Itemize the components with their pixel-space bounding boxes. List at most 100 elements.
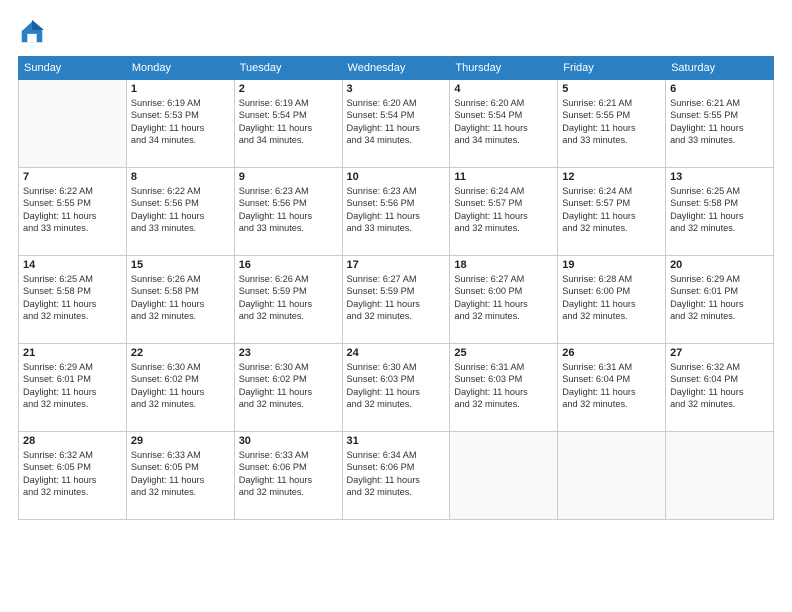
calendar-cell: 5 Sunrise: 6:21 AMSunset: 5:55 PMDaylight…: [558, 80, 666, 168]
day-info: Sunrise: 6:31 AMSunset: 6:04 PMDaylight:…: [562, 361, 661, 411]
calendar-cell: 23Sunrise: 6:30 AMSunset: 6:02 PMDayligh…: [234, 344, 342, 432]
calendar-week-row: 28 Sunrise: 6:32 AMSunset: 6:05 PMDayligh…: [19, 432, 774, 520]
day-info: Sunrise: 6:27 AMSunset: 6:00 PMDaylight:…: [454, 273, 553, 323]
day-number: 29: [131, 435, 230, 447]
day-info: Sunrise: 6:30 AMSunset: 6:02 PMDaylight:…: [131, 361, 230, 411]
calendar-cell: 12Sunrise: 6:24 AMSunset: 5:57 PMDayligh…: [558, 168, 666, 256]
day-info: Sunrise: 6:33 AMSunset: 6:06 PMDaylight:…: [239, 449, 338, 499]
day-info: Sunrise: 6:22 AMSunset: 5:55 PMDaylight:…: [23, 185, 122, 235]
day-info: Sunrise: 6:20 AMSunset: 5:54 PMDaylight:…: [454, 97, 553, 147]
day-number: 7: [23, 171, 122, 183]
calendar-cell: 11 Sunrise: 6:24 AMSunset: 5:57 PMDayligh…: [450, 168, 558, 256]
weekday-header: Saturday: [666, 57, 774, 80]
day-number: 8: [131, 171, 230, 183]
calendar-cell: [19, 80, 127, 168]
weekday-header: Wednesday: [342, 57, 450, 80]
day-info: Sunrise: 6:25 AMSunset: 5:58 PMDaylight:…: [670, 185, 769, 235]
header: [18, 18, 774, 46]
calendar-cell: 29Sunrise: 6:33 AMSunset: 6:05 PMDayligh…: [126, 432, 234, 520]
calendar-week-row: 14Sunrise: 6:25 AMSunset: 5:58 PMDayligh…: [19, 256, 774, 344]
day-info: Sunrise: 6:20 AMSunset: 5:54 PMDaylight:…: [347, 97, 446, 147]
logo: [18, 18, 50, 46]
day-number: 18: [454, 259, 553, 271]
calendar-cell: 26 Sunrise: 6:31 AMSunset: 6:04 PMDayligh…: [558, 344, 666, 432]
calendar-cell: 16Sunrise: 6:26 AMSunset: 5:59 PMDayligh…: [234, 256, 342, 344]
day-number: 4: [454, 83, 553, 95]
day-info: Sunrise: 6:27 AMSunset: 5:59 PMDaylight:…: [347, 273, 446, 323]
calendar-cell: 31 Sunrise: 6:34 AMSunset: 6:06 PMDayligh…: [342, 432, 450, 520]
day-number: 21: [23, 347, 122, 359]
day-number: 28: [23, 435, 122, 447]
calendar-cell: 20 Sunrise: 6:29 AMSunset: 6:01 PMDayligh…: [666, 256, 774, 344]
day-info: Sunrise: 6:23 AMSunset: 5:56 PMDaylight:…: [239, 185, 338, 235]
page: SundayMondayTuesdayWednesdayThursdayFrid…: [0, 0, 792, 612]
day-number: 1: [131, 83, 230, 95]
day-info: Sunrise: 6:30 AMSunset: 6:03 PMDaylight:…: [347, 361, 446, 411]
day-info: Sunrise: 6:19 AMSunset: 5:54 PMDaylight:…: [239, 97, 338, 147]
calendar-cell: 28 Sunrise: 6:32 AMSunset: 6:05 PMDayligh…: [19, 432, 127, 520]
day-number: 11: [454, 171, 553, 183]
day-info: Sunrise: 6:23 AMSunset: 5:56 PMDaylight:…: [347, 185, 446, 235]
weekday-header: Thursday: [450, 57, 558, 80]
calendar-cell: 3 Sunrise: 6:20 AMSunset: 5:54 PMDaylight…: [342, 80, 450, 168]
day-info: Sunrise: 6:31 AMSunset: 6:03 PMDaylight:…: [454, 361, 553, 411]
calendar-cell: 10Sunrise: 6:23 AMSunset: 5:56 PMDayligh…: [342, 168, 450, 256]
day-number: 13: [670, 171, 769, 183]
calendar-cell: 18 Sunrise: 6:27 AMSunset: 6:00 PMDayligh…: [450, 256, 558, 344]
day-info: Sunrise: 6:32 AMSunset: 6:05 PMDaylight:…: [23, 449, 122, 499]
calendar-header: SundayMondayTuesdayWednesdayThursdayFrid…: [19, 57, 774, 80]
calendar-cell: 19 Sunrise: 6:28 AMSunset: 6:00 PMDayligh…: [558, 256, 666, 344]
day-number: 9: [239, 171, 338, 183]
calendar-cell: 25Sunrise: 6:31 AMSunset: 6:03 PMDayligh…: [450, 344, 558, 432]
day-number: 3: [347, 83, 446, 95]
calendar-cell: 14Sunrise: 6:25 AMSunset: 5:58 PMDayligh…: [19, 256, 127, 344]
day-number: 20: [670, 259, 769, 271]
day-number: 26: [562, 347, 661, 359]
calendar-cell: 9 Sunrise: 6:23 AMSunset: 5:56 PMDaylight…: [234, 168, 342, 256]
day-info: Sunrise: 6:21 AMSunset: 5:55 PMDaylight:…: [562, 97, 661, 147]
calendar-cell: 27 Sunrise: 6:32 AMSunset: 6:04 PMDayligh…: [666, 344, 774, 432]
calendar-cell: 4 Sunrise: 6:20 AMSunset: 5:54 PMDaylight…: [450, 80, 558, 168]
day-number: 19: [562, 259, 661, 271]
calendar-cell: 21 Sunrise: 6:29 AMSunset: 6:01 PMDayligh…: [19, 344, 127, 432]
day-info: Sunrise: 6:29 AMSunset: 6:01 PMDaylight:…: [670, 273, 769, 323]
weekday-header: Sunday: [19, 57, 127, 80]
day-info: Sunrise: 6:32 AMSunset: 6:04 PMDaylight:…: [670, 361, 769, 411]
weekday-header: Tuesday: [234, 57, 342, 80]
day-number: 16: [239, 259, 338, 271]
calendar-cell: 17Sunrise: 6:27 AMSunset: 5:59 PMDayligh…: [342, 256, 450, 344]
day-number: 30: [239, 435, 338, 447]
day-info: Sunrise: 6:30 AMSunset: 6:02 PMDaylight:…: [239, 361, 338, 411]
day-info: Sunrise: 6:29 AMSunset: 6:01 PMDaylight:…: [23, 361, 122, 411]
calendar-cell: [450, 432, 558, 520]
day-number: 22: [131, 347, 230, 359]
calendar-cell: 1Sunrise: 6:19 AMSunset: 5:53 PMDaylight…: [126, 80, 234, 168]
day-number: 6: [670, 83, 769, 95]
day-info: Sunrise: 6:28 AMSunset: 6:00 PMDaylight:…: [562, 273, 661, 323]
calendar-cell: 7 Sunrise: 6:22 AMSunset: 5:55 PMDaylight…: [19, 168, 127, 256]
calendar-week-row: 7 Sunrise: 6:22 AMSunset: 5:55 PMDaylight…: [19, 168, 774, 256]
calendar-cell: 24 Sunrise: 6:30 AMSunset: 6:03 PMDayligh…: [342, 344, 450, 432]
day-number: 5: [562, 83, 661, 95]
calendar-week-row: 1Sunrise: 6:19 AMSunset: 5:53 PMDaylight…: [19, 80, 774, 168]
calendar-cell: 8 Sunrise: 6:22 AMSunset: 5:56 PMDaylight…: [126, 168, 234, 256]
day-number: 24: [347, 347, 446, 359]
day-number: 15: [131, 259, 230, 271]
day-number: 31: [347, 435, 446, 447]
calendar-cell: 13 Sunrise: 6:25 AMSunset: 5:58 PMDayligh…: [666, 168, 774, 256]
weekday-row: SundayMondayTuesdayWednesdayThursdayFrid…: [19, 57, 774, 80]
calendar-cell: [666, 432, 774, 520]
day-info: Sunrise: 6:21 AMSunset: 5:55 PMDaylight:…: [670, 97, 769, 147]
calendar-cell: 15 Sunrise: 6:26 AMSunset: 5:58 PMDayligh…: [126, 256, 234, 344]
calendar-cell: 2 Sunrise: 6:19 AMSunset: 5:54 PMDaylight…: [234, 80, 342, 168]
weekday-header: Monday: [126, 57, 234, 80]
calendar-cell: 6 Sunrise: 6:21 AMSunset: 5:55 PMDaylight…: [666, 80, 774, 168]
day-number: 2: [239, 83, 338, 95]
day-info: Sunrise: 6:22 AMSunset: 5:56 PMDaylight:…: [131, 185, 230, 235]
calendar-week-row: 21 Sunrise: 6:29 AMSunset: 6:01 PMDayligh…: [19, 344, 774, 432]
calendar: SundayMondayTuesdayWednesdayThursdayFrid…: [18, 56, 774, 520]
day-info: Sunrise: 6:24 AMSunset: 5:57 PMDaylight:…: [454, 185, 553, 235]
day-number: 27: [670, 347, 769, 359]
day-info: Sunrise: 6:34 AMSunset: 6:06 PMDaylight:…: [347, 449, 446, 499]
day-info: Sunrise: 6:26 AMSunset: 5:58 PMDaylight:…: [131, 273, 230, 323]
